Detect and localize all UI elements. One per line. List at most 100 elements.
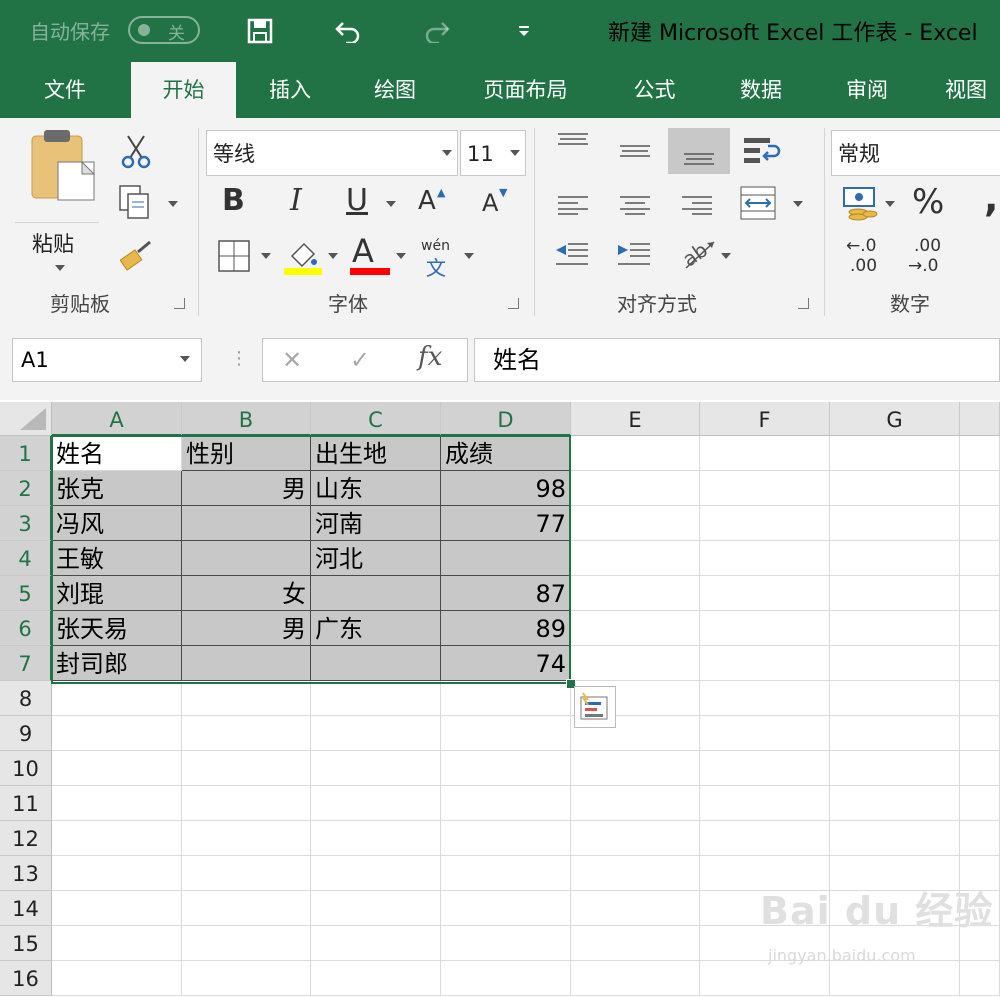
cell-g16[interactable] bbox=[830, 961, 960, 996]
paste-dropdown-icon[interactable] bbox=[55, 265, 65, 271]
cell-e11[interactable] bbox=[571, 786, 700, 821]
cell-f8[interactable] bbox=[700, 681, 830, 716]
cell-c7[interactable] bbox=[311, 646, 441, 681]
cell-f3[interactable] bbox=[700, 506, 830, 541]
cell-c16[interactable] bbox=[311, 961, 441, 996]
align-middle-icon[interactable] bbox=[618, 142, 652, 166]
orientation-dropdown-icon[interactable] bbox=[721, 253, 731, 259]
customize-qat-icon[interactable] bbox=[507, 14, 541, 48]
cell-d6[interactable]: 89 bbox=[441, 611, 571, 646]
cell-h12[interactable] bbox=[960, 821, 1000, 856]
cell-b8[interactable] bbox=[182, 681, 311, 716]
font-size-dropdown-icon[interactable] bbox=[510, 150, 520, 156]
cell-d12[interactable] bbox=[441, 821, 571, 856]
cell-e7[interactable] bbox=[571, 646, 700, 681]
phonetic-guide-button[interactable]: 文 bbox=[426, 252, 446, 281]
copy-dropdown-icon[interactable] bbox=[168, 201, 178, 207]
tab-page-layout[interactable]: 页面布局 bbox=[468, 62, 583, 118]
row-header-11[interactable]: 11 bbox=[0, 786, 52, 821]
cell-h9[interactable] bbox=[960, 716, 1000, 751]
column-header-a[interactable]: A bbox=[52, 402, 182, 436]
font-color-button[interactable]: A bbox=[352, 232, 374, 270]
name-box-dropdown-icon[interactable] bbox=[180, 356, 190, 362]
cell-a4[interactable]: 王敏 bbox=[52, 541, 182, 576]
cell-a16[interactable] bbox=[52, 961, 182, 996]
cell-g9[interactable] bbox=[830, 716, 960, 751]
font-name-combo[interactable]: 等线 bbox=[206, 130, 458, 176]
cell-e6[interactable] bbox=[571, 611, 700, 646]
align-center-icon[interactable] bbox=[618, 194, 652, 220]
bold-button[interactable]: B bbox=[222, 183, 245, 218]
cell-b4[interactable] bbox=[182, 541, 311, 576]
row-header-8[interactable]: 8 bbox=[0, 681, 52, 716]
cell-f6[interactable] bbox=[700, 611, 830, 646]
italic-button[interactable]: I bbox=[290, 183, 302, 218]
row-header-6[interactable]: 6 bbox=[0, 611, 52, 646]
name-box[interactable]: A1 bbox=[12, 338, 202, 382]
cell-c2[interactable]: 山东 bbox=[311, 471, 441, 506]
tab-home[interactable]: 开始 bbox=[131, 62, 236, 118]
cell-d15[interactable] bbox=[441, 926, 571, 961]
cell-e3[interactable] bbox=[571, 506, 700, 541]
cell-h4[interactable] bbox=[960, 541, 1000, 576]
cell-c3[interactable]: 河南 bbox=[311, 506, 441, 541]
cell-c11[interactable] bbox=[311, 786, 441, 821]
cell-a1[interactable]: 姓名 bbox=[52, 436, 182, 471]
cell-c1[interactable]: 出生地 bbox=[311, 436, 441, 471]
cell-d4[interactable] bbox=[441, 541, 571, 576]
cell-e16[interactable] bbox=[571, 961, 700, 996]
undo-icon[interactable] bbox=[331, 14, 365, 48]
cell-h5[interactable] bbox=[960, 576, 1000, 611]
row-header-16[interactable]: 16 bbox=[0, 961, 52, 996]
cell-h11[interactable] bbox=[960, 786, 1000, 821]
shrink-font-button[interactable]: A bbox=[482, 189, 498, 217]
cell-b9[interactable] bbox=[182, 716, 311, 751]
cell-f7[interactable] bbox=[700, 646, 830, 681]
cell-f11[interactable] bbox=[700, 786, 830, 821]
cell-c6[interactable]: 广东 bbox=[311, 611, 441, 646]
align-left-icon[interactable] bbox=[556, 194, 590, 220]
underline-button[interactable]: U bbox=[346, 183, 368, 218]
cell-a5[interactable]: 刘琨 bbox=[52, 576, 182, 611]
row-header-2[interactable]: 2 bbox=[0, 471, 52, 506]
cell-h6[interactable] bbox=[960, 611, 1000, 646]
row-header-5[interactable]: 5 bbox=[0, 576, 52, 611]
merge-dropdown-icon[interactable] bbox=[793, 201, 803, 207]
cell-c14[interactable] bbox=[311, 891, 441, 926]
cell-f1[interactable] bbox=[700, 436, 830, 471]
font-launcher-icon[interactable] bbox=[508, 298, 519, 309]
cell-h8[interactable] bbox=[960, 681, 1000, 716]
cell-h3[interactable] bbox=[960, 506, 1000, 541]
cell-a14[interactable] bbox=[52, 891, 182, 926]
cell-g10[interactable] bbox=[830, 751, 960, 786]
cell-g2[interactable] bbox=[830, 471, 960, 506]
tab-insert[interactable]: 插入 bbox=[245, 62, 335, 118]
cell-f5[interactable] bbox=[700, 576, 830, 611]
row-header-14[interactable]: 14 bbox=[0, 891, 52, 926]
cell-h10[interactable] bbox=[960, 751, 1000, 786]
alignment-launcher-icon[interactable] bbox=[798, 298, 809, 309]
cell-a6[interactable]: 张天易 bbox=[52, 611, 182, 646]
cell-b15[interactable] bbox=[182, 926, 311, 961]
cut-icon[interactable] bbox=[120, 134, 152, 174]
cell-c8[interactable] bbox=[311, 681, 441, 716]
increase-indent-icon[interactable] bbox=[616, 240, 652, 272]
cell-b1[interactable]: 性别 bbox=[182, 436, 311, 471]
cell-b5[interactable]: 女 bbox=[182, 576, 311, 611]
cell-h1[interactable] bbox=[960, 436, 1000, 471]
cell-b12[interactable] bbox=[182, 821, 311, 856]
cell-d13[interactable] bbox=[441, 856, 571, 891]
cell-h2[interactable] bbox=[960, 471, 1000, 506]
row-header-10[interactable]: 10 bbox=[0, 751, 52, 786]
cell-d7[interactable]: 74 bbox=[441, 646, 571, 681]
paste-icon[interactable] bbox=[30, 130, 96, 202]
column-header-f[interactable]: F bbox=[700, 402, 830, 436]
font-color-dropdown-icon[interactable] bbox=[396, 253, 406, 259]
cell-b14[interactable] bbox=[182, 891, 311, 926]
cell-g4[interactable] bbox=[830, 541, 960, 576]
tab-draw[interactable]: 绘图 bbox=[350, 62, 440, 118]
cancel-entry-icon[interactable]: ✕ bbox=[282, 346, 302, 374]
row-header-15[interactable]: 15 bbox=[0, 926, 52, 961]
cell-e4[interactable] bbox=[571, 541, 700, 576]
cell-e2[interactable] bbox=[571, 471, 700, 506]
